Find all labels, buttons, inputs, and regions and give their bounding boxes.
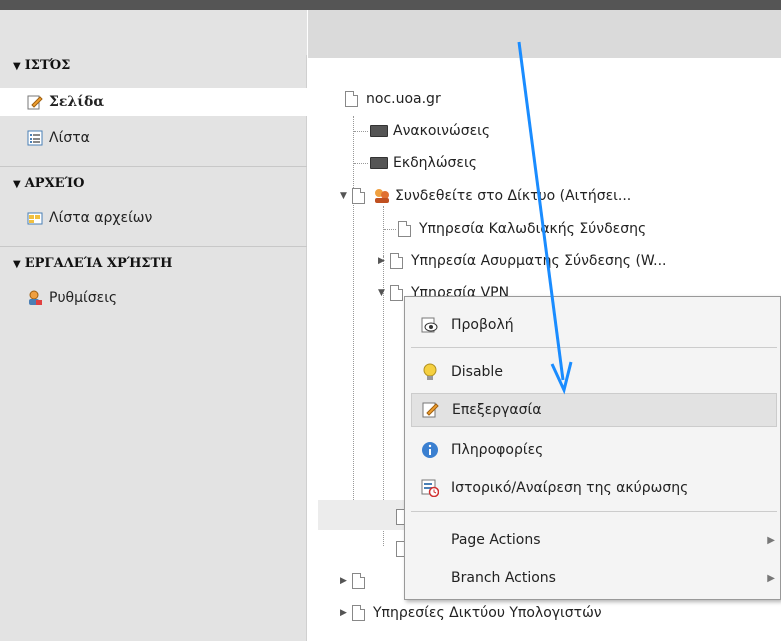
- menu-item-history[interactable]: Ιστορικό/Αναίρεση της ακύρωσης: [411, 471, 777, 505]
- menu-icon-spacer: [421, 531, 439, 549]
- folder-icon: [370, 125, 388, 137]
- section-title-web[interactable]: ▼ ΙΣΤΌΣ: [13, 58, 70, 73]
- menu-item-info[interactable]: Πληροφορίες: [411, 433, 777, 467]
- tree-row-hover: [318, 500, 404, 530]
- page-edit-icon: [27, 94, 43, 110]
- tree-guide-line: [353, 116, 354, 526]
- menu-icon-spacer: [421, 569, 439, 587]
- tree-collapse-icon[interactable]: ▶: [340, 608, 350, 618]
- page-icon: [352, 605, 365, 621]
- tree-node[interactable]: ▼ Συνδεθείτε στο Δίκτυο (Αιτήσει...: [340, 185, 631, 207]
- tree-guide-line: [354, 131, 368, 132]
- page-icon: [352, 573, 365, 589]
- sidebar-item-file-list[interactable]: Λίστα αρχείων: [0, 204, 307, 232]
- tree-node[interactable]: Υπηρεσία Καλωδιακής Σύνδεσης: [398, 218, 646, 240]
- tree-guide-line: [354, 163, 368, 164]
- sidebar-item-page[interactable]: Σελίδα: [0, 88, 307, 116]
- tree-node[interactable]: Εκδηλώσεις: [370, 152, 477, 174]
- history-icon: [421, 479, 439, 497]
- sidebar-item-list[interactable]: Λίστα: [0, 124, 307, 152]
- user-group-icon: [373, 188, 391, 204]
- submenu-arrow-icon: ▶: [767, 534, 775, 546]
- sidebar-separator: [0, 166, 307, 167]
- section-title-user-tools[interactable]: ▼ ΕΡΓΑΛΕΊΑ ΧΡΉΣΤΗ: [13, 256, 172, 271]
- folder-icon: [370, 157, 388, 169]
- tree-guide-line: [383, 206, 384, 256]
- context-menu: Προβολή Disable Επεξεργασία Πληροφορίες …: [404, 296, 781, 600]
- tree-node-root[interactable]: noc.uoa.gr: [345, 88, 441, 110]
- page-icon: [352, 188, 365, 204]
- tree-node[interactable]: Ανακοινώσεις: [370, 120, 490, 142]
- user-settings-icon: [27, 290, 43, 306]
- tree-collapse-icon[interactable]: ▶: [340, 576, 350, 586]
- menu-item-view[interactable]: Προβολή: [411, 308, 777, 342]
- triangle-down-icon: ▼: [13, 179, 21, 190]
- tree-node[interactable]: ▶ Υπηρεσίες Δικτύου Υπολογιστών: [340, 602, 602, 624]
- list-icon: [27, 130, 43, 146]
- menu-item-page-actions[interactable]: Page Actions ▶: [411, 523, 777, 557]
- lightbulb-icon: [421, 363, 439, 381]
- eye-icon: [421, 316, 439, 334]
- sidebar-separator: [0, 246, 307, 247]
- sidebar: ▼ ΙΣΤΌΣ Σελίδα Λίστα ▼ ΑΡΧΕΊΟ Λίστα αρχείω…: [0, 10, 307, 641]
- tree-node[interactable]: ▶ Υπηρεσία Ασυρματης Σύνδεσης (W...: [378, 250, 667, 272]
- pencil-icon: [422, 401, 440, 419]
- top-bar: [0, 0, 781, 10]
- triangle-down-icon: ▼: [13, 61, 21, 72]
- menu-separator: [411, 347, 777, 348]
- page-icon: [398, 221, 411, 237]
- sidebar-item-settings[interactable]: Ρυθμίσεις: [0, 284, 307, 312]
- tree-expand-icon[interactable]: ▼: [340, 191, 350, 201]
- menu-item-edit[interactable]: Επεξεργασία: [411, 393, 777, 427]
- menu-item-disable[interactable]: Disable: [411, 355, 777, 389]
- sidebar-header: [0, 10, 307, 55]
- tree-expand-icon[interactable]: ▼: [378, 288, 388, 298]
- page-icon: [390, 253, 403, 269]
- file-list-icon: [27, 210, 43, 226]
- tree-collapse-icon[interactable]: ▶: [378, 256, 388, 266]
- page-icon: [390, 285, 403, 301]
- menu-separator: [411, 511, 777, 512]
- menu-item-branch-actions[interactable]: Branch Actions ▶: [411, 561, 777, 595]
- triangle-down-icon: ▼: [13, 259, 21, 270]
- info-icon: [421, 441, 439, 459]
- tree-guide-line: [384, 229, 396, 230]
- tree-node[interactable]: ▶: [340, 570, 373, 592]
- content-header: [308, 10, 781, 58]
- page-icon: [345, 91, 358, 107]
- submenu-arrow-icon: ▶: [767, 572, 775, 584]
- section-title-file[interactable]: ▼ ΑΡΧΕΊΟ: [13, 176, 85, 191]
